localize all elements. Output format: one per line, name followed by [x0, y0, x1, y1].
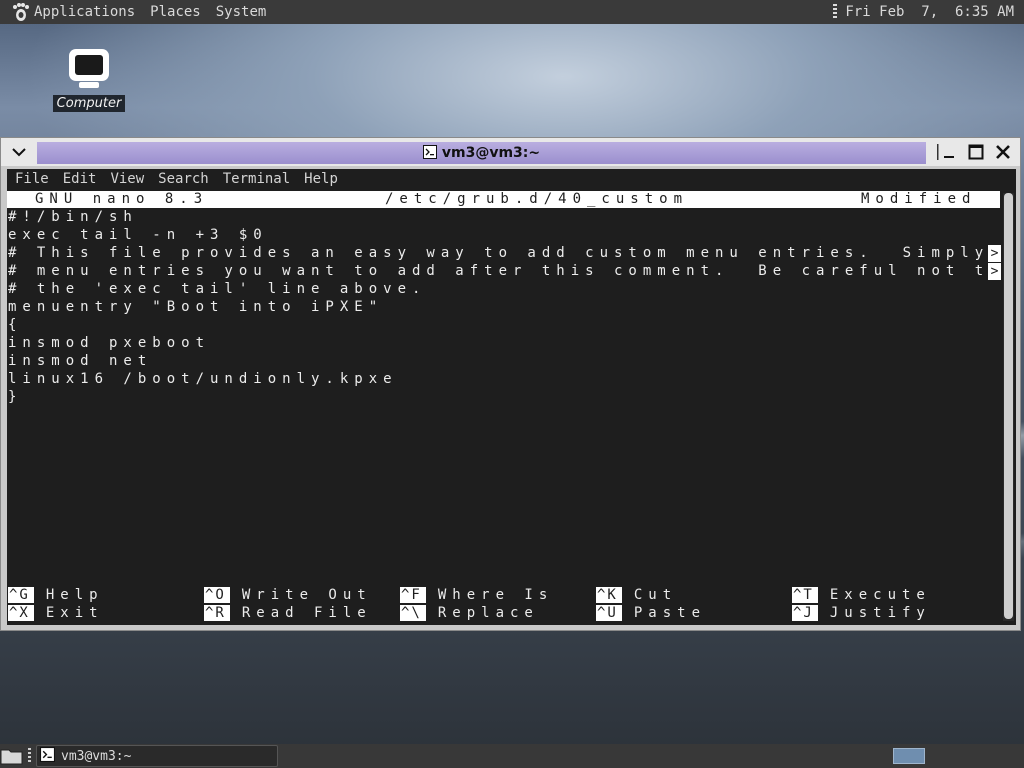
menu-places[interactable]: Places [150, 4, 201, 20]
taskbar-button-terminal[interactable]: vm3@vm3:~ [36, 745, 278, 767]
editor-line[interactable]: } [8, 388, 22, 406]
scrollbar-thumb[interactable] [1004, 193, 1013, 619]
shortcut-label: Paste [633, 605, 707, 621]
workspace-switcher[interactable] [893, 748, 925, 764]
editor-line[interactable]: # menu entries you want to add after thi… [8, 262, 988, 280]
minimize-icon[interactable] [938, 142, 960, 162]
shortcut-label: Cut [633, 587, 678, 603]
editor-line[interactable]: menuentry "Boot into iPXE" [8, 298, 383, 316]
shortcut-label: Write Out [241, 587, 372, 603]
shortcut-key: ^U [596, 605, 622, 621]
shortcut-write-out[interactable]: ^O Write Out [204, 586, 372, 604]
editor-line[interactable]: # This file provides an easy way to add … [8, 244, 988, 262]
top-panel: Applications Places System Fri Feb 7, 6:… [0, 0, 1024, 24]
shortcut-label: Read File [241, 605, 372, 621]
editor-line[interactable]: #!/bin/sh [8, 208, 138, 226]
shortcut-key: ^O [204, 587, 230, 603]
nano-title-bar: GNU nano 8.3 /etc/grub.d/40_custom Modif… [7, 191, 1000, 208]
shortcut-where-is[interactable]: ^F Where Is [400, 586, 553, 604]
shortcut-label: Replace [437, 605, 539, 621]
terminal-icon [422, 144, 437, 163]
close-icon[interactable] [992, 142, 1014, 162]
editor-line[interactable]: insmod pxeboot [8, 334, 210, 352]
menu-system[interactable]: System [216, 4, 267, 20]
shortcut-label: Execute [829, 587, 931, 603]
menu-search[interactable]: Search [158, 171, 209, 187]
editor-line[interactable]: insmod net [8, 352, 152, 370]
shortcut-label: Where Is [437, 587, 554, 603]
desktop-icon-computer[interactable]: Computer [52, 46, 126, 112]
maximize-icon[interactable] [965, 142, 987, 162]
editor-line[interactable]: { [8, 316, 22, 334]
shortcut-execute[interactable]: ^T Execute [792, 586, 931, 604]
shortcut-replace[interactable]: ^\ Replace [400, 604, 539, 622]
menu-view[interactable]: View [110, 171, 144, 187]
shortcut-key: ^X [8, 605, 34, 621]
shortcut-key: ^K [596, 587, 622, 603]
shortcut-key: ^G [8, 587, 34, 603]
desktop-icon-label: Computer [52, 95, 126, 112]
shortcut-label: Help [45, 587, 104, 603]
menu-help[interactable]: Help [304, 171, 338, 187]
taskbar-button-label: vm3@vm3:~ [61, 748, 132, 764]
terminal-scrollbar[interactable] [1003, 193, 1014, 621]
shortcut-read-file[interactable]: ^R Read File [204, 604, 372, 622]
nano-filename: /etc/grub.d/40_custom [385, 191, 689, 207]
bottom-panel: vm3@vm3:~ [0, 744, 1024, 768]
shortcut-exit[interactable]: ^X Exit [8, 604, 104, 622]
shortcut-key: ^T [792, 587, 818, 603]
shortcut-justify[interactable]: ^J Justify [792, 604, 931, 622]
menu-edit[interactable]: Edit [63, 171, 97, 187]
terminal-screen[interactable]: GNU nano 8.3 /etc/grub.d/40_custom Modif… [7, 189, 1016, 625]
shortcut-key: ^\ [400, 605, 426, 621]
nano-version: GNU nano 8.3 [35, 191, 209, 207]
menu-applications[interactable]: Applications [34, 4, 135, 20]
menu-file[interactable]: File [15, 171, 49, 187]
panel-grip-handle[interactable] [28, 748, 31, 764]
nano-modified-status: Modified [861, 191, 977, 207]
computer-monitor-icon [66, 46, 112, 92]
gnome-foot-icon[interactable] [10, 1, 32, 23]
editor-line[interactable]: linux16 /boot/undionly.kpxe [8, 370, 398, 388]
editor-line[interactable]: exec tail -n +3 $0 [8, 226, 268, 244]
show-desktop-icon[interactable] [0, 746, 24, 766]
shortcut-help[interactable]: ^G Help [8, 586, 104, 604]
terminal-window[interactable]: vm3@vm3:~ File Edit View Search Terminal… [0, 137, 1021, 631]
terminal-menubar: File Edit View Search Terminal Help [7, 169, 1016, 189]
menu-terminal[interactable]: Terminal [223, 171, 290, 187]
shortcut-key: ^J [792, 605, 818, 621]
line-continues-marker: > [988, 245, 1001, 262]
window-title-area[interactable]: vm3@vm3:~ [37, 142, 926, 164]
shortcut-cut[interactable]: ^K Cut [596, 586, 677, 604]
window-menu-chevron-down-icon[interactable] [9, 142, 29, 162]
panel-grip-handle[interactable] [833, 4, 838, 20]
window-titlebar[interactable]: vm3@vm3:~ [1, 138, 1020, 166]
terminal-icon [40, 746, 55, 766]
editor-line[interactable]: # the 'exec tail' line above. [8, 280, 426, 298]
shortcut-key: ^F [400, 587, 426, 603]
clock[interactable]: Fri Feb 7, 6:35 AM [845, 4, 1014, 20]
shortcut-label: Exit [45, 605, 104, 621]
shortcut-key: ^R [204, 605, 230, 621]
shortcut-label: Justify [829, 605, 931, 621]
shortcut-paste[interactable]: ^U Paste [596, 604, 706, 622]
line-continues-marker: > [988, 263, 1001, 280]
window-title: vm3@vm3:~ [441, 145, 541, 161]
